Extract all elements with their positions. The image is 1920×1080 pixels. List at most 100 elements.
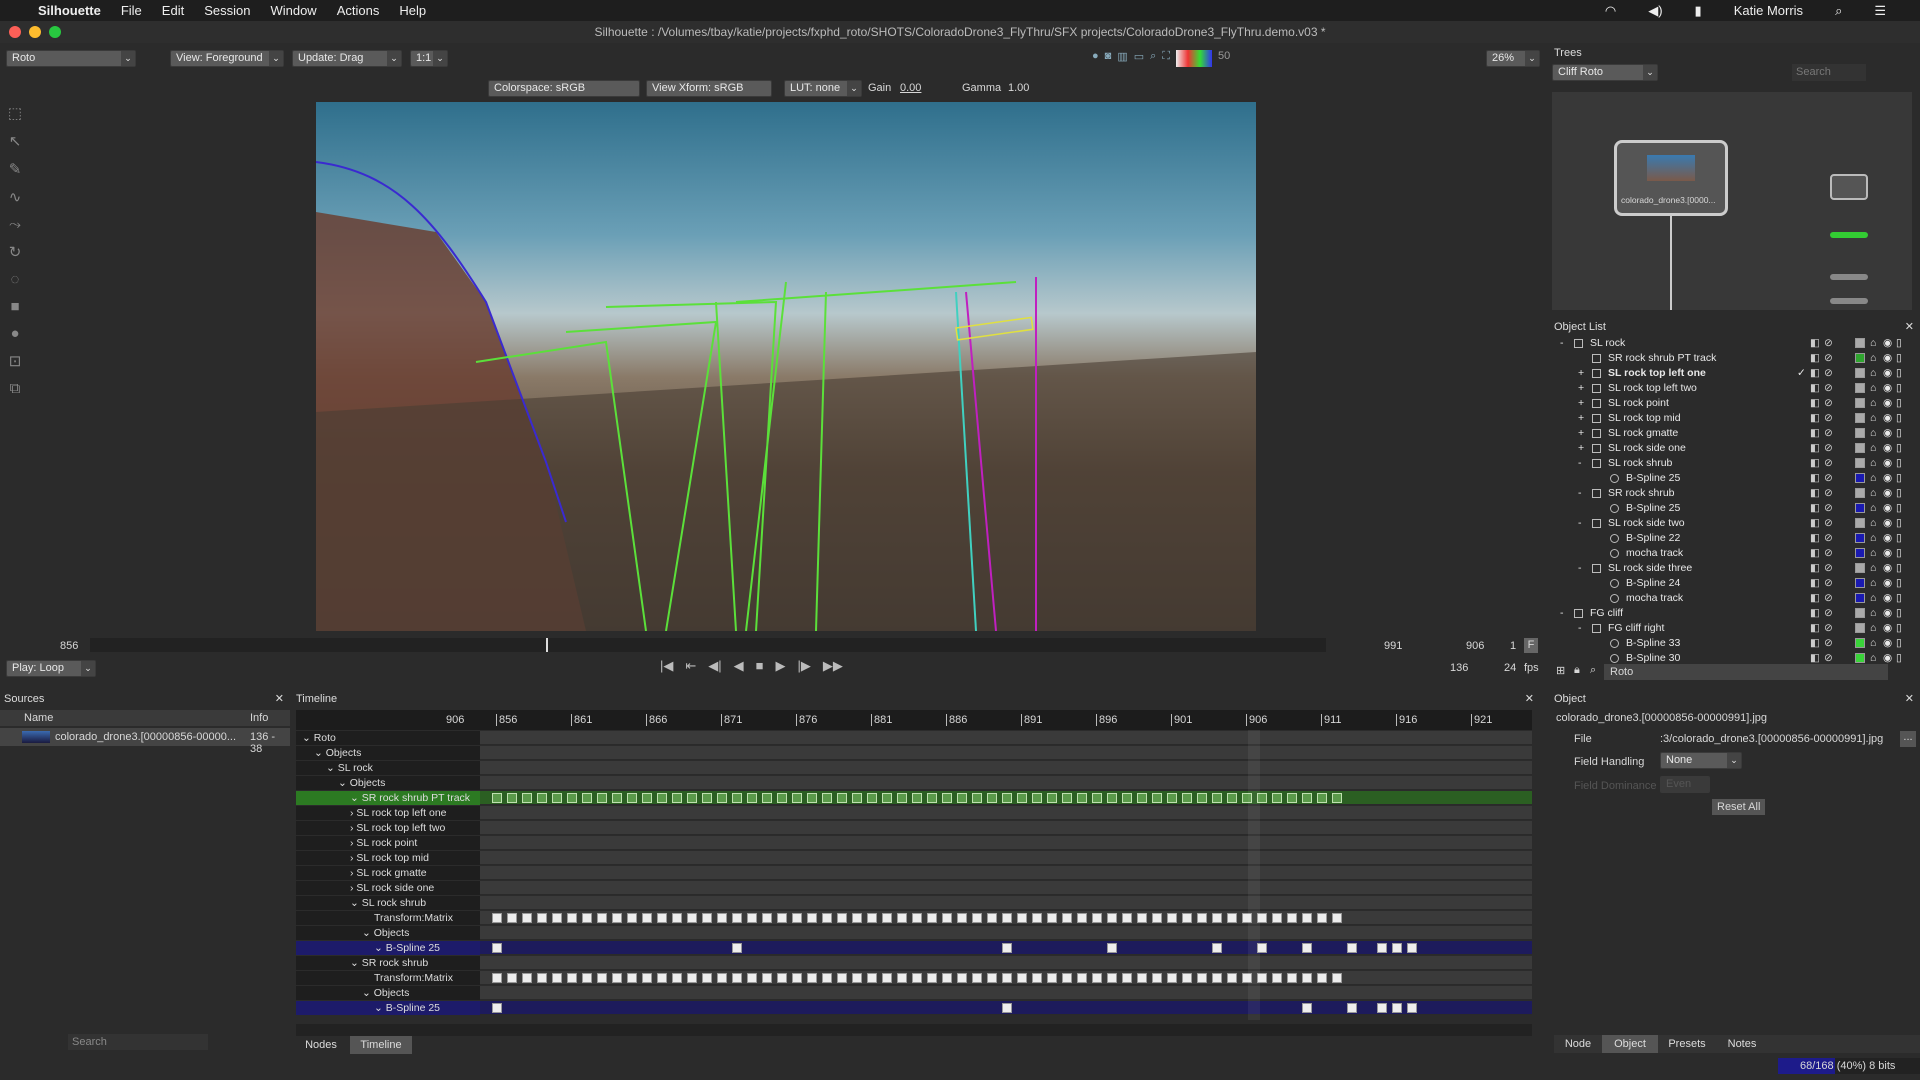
keyframe[interactable] (567, 793, 577, 803)
keyframe[interactable] (567, 973, 577, 983)
keyframe[interactable] (1062, 973, 1072, 983)
timeline-row[interactable]: Transform:Matrix (296, 911, 1532, 925)
keyframe[interactable] (732, 793, 742, 803)
color-swatch[interactable] (1855, 623, 1865, 633)
keyframe[interactable] (762, 793, 772, 803)
blend-mode-icon[interactable]: ◧ (1810, 396, 1820, 411)
expand-toggle[interactable]: - (1578, 561, 1582, 576)
visibility-eye-icon[interactable]: ◉ (1883, 501, 1892, 516)
invert-icon[interactable]: ⊘ (1824, 471, 1833, 486)
lock-icon[interactable]: ⌂ (1870, 621, 1876, 636)
keyframe[interactable] (1302, 793, 1312, 803)
visibility-eye-icon[interactable]: ◉ (1883, 636, 1892, 651)
keyframe[interactable] (1287, 793, 1297, 803)
keyframe[interactable] (1197, 973, 1207, 983)
keyframe[interactable] (1137, 973, 1147, 983)
object-list-item[interactable]: - FG cliff ◧ ⊘ ⌂ ◉ ▯ (1552, 606, 1912, 621)
timeline-row-label[interactable]: › SL rock side one (296, 881, 480, 895)
lock-icon[interactable]: ⌂ (1870, 366, 1876, 381)
timeline-row[interactable]: ⌄ SR rock shrub (296, 956, 1532, 970)
timeline-ruler[interactable]: 906 856 861 866 871 876 881 886 891 896 901 906 911… (296, 710, 1532, 730)
keyframe[interactable] (1392, 943, 1402, 953)
object-list-item[interactable]: B-Spline 25 ◧ ⊘ ⌂ ◉ ▯ (1552, 471, 1912, 486)
color-wheel-icon[interactable]: ● (1092, 50, 1099, 67)
expand-toggle[interactable]: + (1578, 396, 1584, 411)
keyframe[interactable] (657, 913, 667, 923)
keyframe[interactable] (927, 793, 937, 803)
start-frame[interactable]: 856 (60, 640, 78, 652)
xspline-tool-icon[interactable]: ⤳ (9, 216, 21, 233)
expand-toggle[interactable]: - (1578, 516, 1582, 531)
tab-timeline[interactable]: Timeline (350, 1036, 412, 1054)
expand-toggle[interactable]: - (1560, 336, 1564, 351)
menu-file[interactable]: File (121, 3, 142, 18)
render-icon[interactable]: ▯ (1896, 426, 1902, 441)
node-pill[interactable] (1830, 232, 1868, 238)
keyframe[interactable] (1002, 793, 1012, 803)
keyframe[interactable] (1077, 913, 1087, 923)
trees-search-input[interactable]: Search (1792, 64, 1866, 81)
timeline-row[interactable]: › SL rock gmatte (296, 866, 1532, 880)
keyframe[interactable] (867, 973, 877, 983)
current-frame[interactable]: 906 (1466, 640, 1484, 652)
keyframe[interactable] (882, 913, 892, 923)
visibility-eye-icon[interactable]: ◉ (1883, 411, 1892, 426)
tree-select[interactable]: Cliff Roto ⌄ (1552, 64, 1658, 81)
goto-start-icon[interactable]: |◀ (660, 658, 673, 674)
keyframe[interactable] (1317, 793, 1327, 803)
color-swatch[interactable] (1855, 368, 1865, 378)
lock-icon[interactable]: ⌂ (1870, 531, 1876, 546)
keyframe[interactable] (837, 913, 847, 923)
keyframe[interactable] (1062, 913, 1072, 923)
invert-icon[interactable]: ⊘ (1824, 606, 1833, 621)
keyframe[interactable] (1182, 793, 1192, 803)
keyframe[interactable] (537, 973, 547, 983)
blend-mode-icon[interactable]: ◧ (1810, 366, 1820, 381)
lut-select[interactable]: LUT: none ⌄ (784, 80, 862, 97)
sources-search-input[interactable]: Search (68, 1034, 208, 1050)
lock-icon[interactable]: ⌂ (1870, 471, 1876, 486)
invert-icon[interactable]: ⊘ (1824, 456, 1833, 471)
ratio-select[interactable]: 1:1 ⌄ (410, 50, 448, 67)
keyframe[interactable] (1032, 793, 1042, 803)
keyframe[interactable] (567, 913, 577, 923)
keyframe[interactable] (762, 913, 772, 923)
keyframe[interactable] (837, 973, 847, 983)
keyframe[interactable] (672, 913, 682, 923)
source-node[interactable]: colorado_drone3.[0000... (1614, 140, 1728, 216)
object-list-item[interactable]: B-Spline 22 ◧ ⊘ ⌂ ◉ ▯ (1552, 531, 1912, 546)
timeline-row-label[interactable]: › SL rock top mid (296, 851, 480, 865)
timeline-row[interactable]: ⌄ Objects (296, 776, 1532, 790)
camera-icon[interactable]: ◙ (1105, 50, 1112, 67)
object-list-item[interactable]: B-Spline 25 ◧ ⊘ ⌂ ◉ ▯ (1552, 501, 1912, 516)
keyframe[interactable] (1152, 973, 1162, 983)
col-name[interactable]: Name (24, 712, 53, 724)
chevron-down-icon[interactable]: ⌄ (326, 762, 338, 774)
color-swatch[interactable] (1855, 353, 1865, 363)
keyframe[interactable] (1137, 793, 1147, 803)
close-icon[interactable]: ✕ (1905, 318, 1914, 336)
visibility-eye-icon[interactable]: ◉ (1883, 561, 1892, 576)
keyframe[interactable] (792, 913, 802, 923)
keyframe[interactable] (1077, 973, 1087, 983)
blend-mode-icon[interactable]: ◧ (1810, 336, 1820, 351)
render-icon[interactable]: ▯ (1896, 531, 1902, 546)
expand-toggle[interactable]: - (1578, 621, 1582, 636)
expand-toggle[interactable]: - (1560, 606, 1564, 621)
keyframe[interactable] (642, 973, 652, 983)
view-xform-select[interactable]: View Xform: sRGB (646, 80, 772, 97)
in-point-icon[interactable]: ⇤ (685, 658, 696, 674)
visibility-eye-icon[interactable]: ◉ (1883, 366, 1892, 381)
keyframe[interactable] (657, 973, 667, 983)
keyframe[interactable] (1227, 793, 1237, 803)
close-window-button[interactable] (9, 26, 21, 38)
transform-tool-icon[interactable]: ⊡ (9, 352, 22, 370)
keyframe[interactable] (1152, 793, 1162, 803)
field-handling-select[interactable]: None ⌄ (1660, 752, 1742, 769)
keyframe[interactable] (1107, 943, 1117, 953)
close-icon[interactable]: ✕ (1525, 690, 1534, 708)
col-info[interactable]: Info (250, 712, 268, 724)
chevron-down-icon[interactable]: ⌄ (374, 1002, 386, 1014)
bspline-tool-icon[interactable]: ∿ (9, 188, 22, 206)
timeline-row[interactable]: › SL rock side one (296, 881, 1532, 895)
